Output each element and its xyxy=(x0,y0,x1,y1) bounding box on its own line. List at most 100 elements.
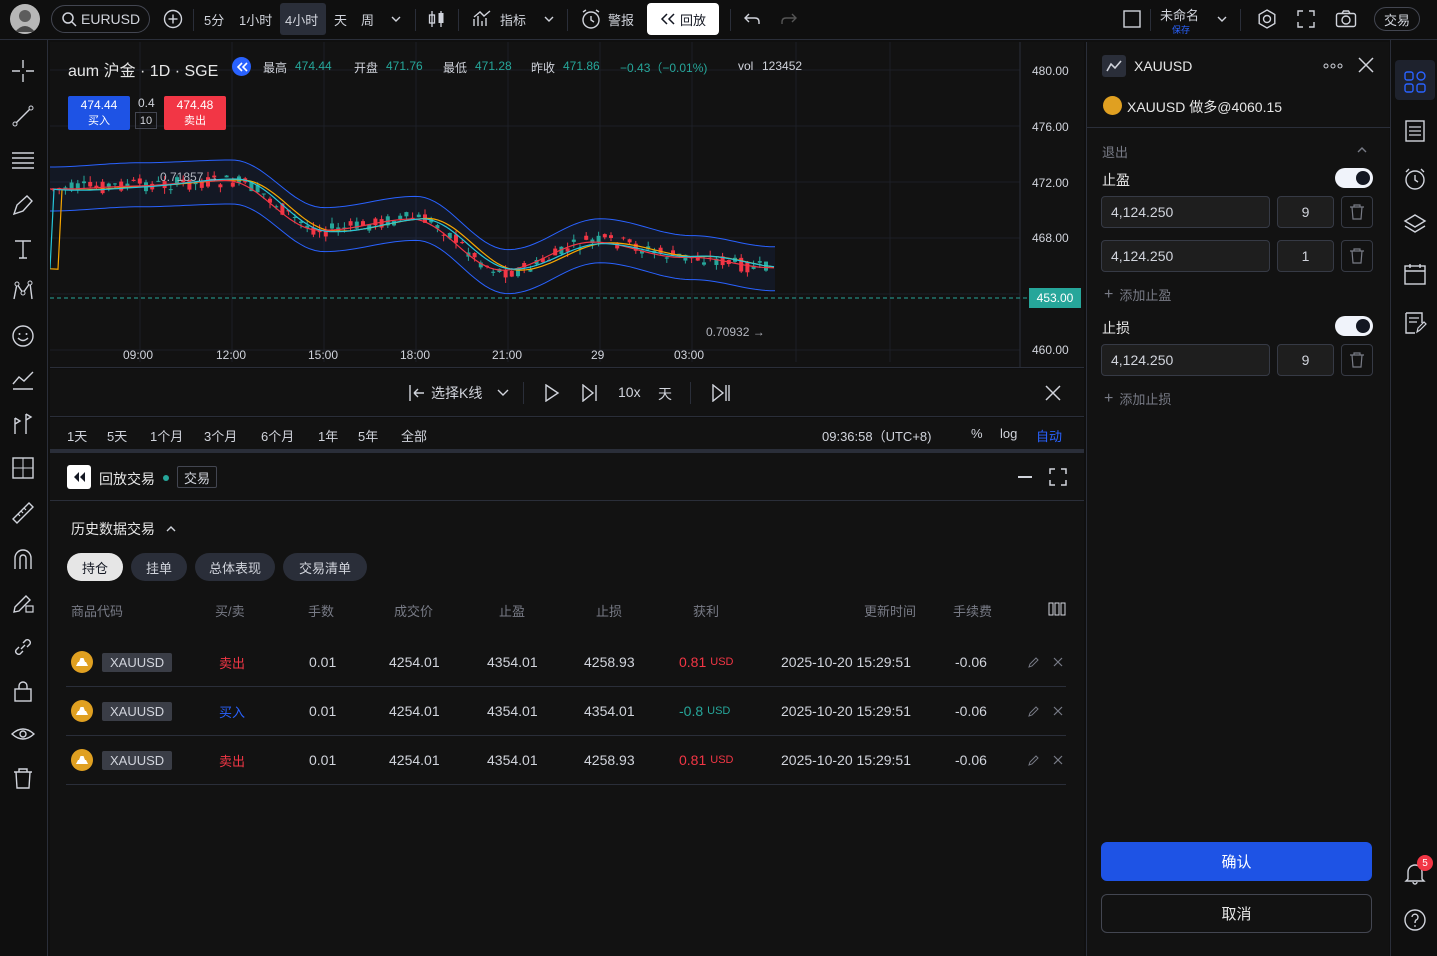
percent-toggle[interactable]: % xyxy=(971,426,983,441)
layout-name-button[interactable]: 未命名 保存 xyxy=(1160,5,1230,35)
clock-display[interactable]: 09:36:58（UTC+8) xyxy=(822,426,931,445)
take-profit-toggle[interactable] xyxy=(1335,168,1373,188)
range-5y[interactable]: 5年 xyxy=(358,426,378,445)
add-symbol-button[interactable] xyxy=(163,0,183,38)
crosshair-icon[interactable] xyxy=(10,58,36,84)
close-replay-button[interactable] xyxy=(1045,385,1061,401)
section-toggle[interactable]: 历史数据交易 xyxy=(71,519,177,539)
range-3m[interactable]: 3个月 xyxy=(204,426,237,445)
stop-loss-toggle[interactable] xyxy=(1335,316,1373,336)
layers-icon[interactable] xyxy=(1403,212,1427,236)
interval-1w[interactable]: 周 xyxy=(361,0,374,38)
fullscreen-toggle[interactable] xyxy=(1123,0,1141,38)
widgets-icon[interactable] xyxy=(1403,70,1427,94)
tab-trade-list[interactable]: 交易清单 xyxy=(283,553,367,581)
cancel-button[interactable]: 取消 xyxy=(1101,894,1372,933)
pencil-lock-icon[interactable] xyxy=(10,590,36,616)
tp-delete-button-2[interactable] xyxy=(1341,240,1373,272)
select-bar-dropdown[interactable] xyxy=(496,387,510,399)
edit-button[interactable] xyxy=(1028,687,1040,735)
trade-tag[interactable]: 交易 xyxy=(177,466,217,488)
quantity-box[interactable]: 10 xyxy=(135,112,157,129)
exit-collapse[interactable] xyxy=(1356,145,1368,155)
close-position-button[interactable] xyxy=(1053,736,1063,784)
interval-1d[interactable]: 天 xyxy=(334,0,347,38)
range-1m[interactable]: 1个月 xyxy=(150,426,183,445)
tp-price-input-2[interactable]: 4,124.250 xyxy=(1101,240,1270,272)
add-stop-loss-button[interactable]: + 添加止损 xyxy=(1104,389,1171,408)
sl-qty-input-1[interactable]: 9 xyxy=(1277,344,1334,376)
user-avatar[interactable] xyxy=(10,4,40,34)
indicators-button[interactable]: 指标 xyxy=(472,0,526,38)
edit-button[interactable] xyxy=(1028,736,1040,784)
chart-type-button[interactable] xyxy=(428,0,446,38)
link-icon[interactable] xyxy=(10,634,36,660)
log-toggle[interactable]: log xyxy=(1000,426,1017,441)
fib-lines-icon[interactable] xyxy=(10,147,36,173)
trash-icon[interactable] xyxy=(10,765,36,791)
help-icon[interactable] xyxy=(1403,908,1427,932)
undo-button[interactable] xyxy=(743,0,761,38)
ruler-icon[interactable] xyxy=(10,500,36,526)
buy-button[interactable]: 474.44 买入 xyxy=(68,96,130,130)
alert-button[interactable]: 警报 xyxy=(580,0,634,38)
emoji-icon[interactable] xyxy=(10,323,36,349)
minimize-button[interactable] xyxy=(1018,476,1032,478)
close-position-button[interactable] xyxy=(1053,687,1063,735)
pattern-icon[interactable] xyxy=(10,278,36,304)
symbol-badge[interactable]: XAUUSD xyxy=(102,652,173,672)
calendar-icon[interactable] xyxy=(1403,262,1427,286)
tp-qty-input-2[interactable]: 1 xyxy=(1277,240,1334,272)
interval-5m[interactable]: 5分 xyxy=(204,0,224,38)
tp-delete-button-1[interactable] xyxy=(1341,196,1373,228)
play-button[interactable] xyxy=(544,384,560,402)
magnet-icon[interactable] xyxy=(10,546,36,572)
columns-settings-button[interactable] xyxy=(1048,602,1066,616)
sell-button[interactable]: 474.48 卖出 xyxy=(164,96,226,130)
position-icon[interactable] xyxy=(10,411,36,437)
range-6m[interactable]: 6个月 xyxy=(261,426,294,445)
range-all[interactable]: 全部 xyxy=(401,426,427,445)
close-position-button[interactable] xyxy=(1053,638,1063,686)
lock-icon[interactable] xyxy=(10,678,36,704)
symbol-search[interactable]: EURUSD xyxy=(51,5,150,33)
sl-price-input-1[interactable]: 4,124.250 xyxy=(1101,344,1270,376)
screenshot-button[interactable] xyxy=(1335,0,1357,38)
tab-performance[interactable]: 总体表现 xyxy=(195,553,275,581)
more-options-button[interactable] xyxy=(1323,63,1343,69)
settings-button[interactable] xyxy=(1256,0,1278,38)
table-row[interactable]: XAUUSD 买入 0.01 4254.01 4354.01 4354.01 -0.8 USD… xyxy=(66,687,1066,736)
fullscreen-button[interactable] xyxy=(1297,0,1315,38)
replay-speed[interactable]: 10x xyxy=(618,384,641,400)
trade-button[interactable]: 交易 xyxy=(1374,7,1420,31)
tab-positions[interactable]: 持仓 xyxy=(67,553,123,581)
table-row[interactable]: XAUUSD 卖出 0.01 4254.01 4354.01 4258.93 0.81 USD… xyxy=(66,736,1066,785)
range-1y[interactable]: 1年 xyxy=(318,426,338,445)
symbol-badge[interactable]: XAUUSD xyxy=(102,750,173,770)
tp-qty-input-1[interactable]: 9 xyxy=(1277,196,1334,228)
brush-icon[interactable] xyxy=(10,192,36,218)
tab-orders[interactable]: 挂单 xyxy=(131,553,187,581)
text-icon[interactable] xyxy=(10,236,36,262)
forecast-icon[interactable] xyxy=(10,367,36,393)
redo-button[interactable] xyxy=(780,0,798,38)
jump-to-end-button[interactable] xyxy=(712,384,732,402)
eye-icon[interactable] xyxy=(10,721,36,747)
trendline-icon[interactable] xyxy=(10,103,36,129)
add-take-profit-button[interactable]: + 添加止盈 xyxy=(1104,285,1171,304)
price-chart[interactable] xyxy=(50,42,1084,368)
interval-1h[interactable]: 1小时 xyxy=(239,0,272,38)
interval-dropdown[interactable] xyxy=(390,0,402,38)
step-forward-button[interactable] xyxy=(582,384,598,402)
alarm-clock-icon[interactable] xyxy=(1403,167,1427,191)
select-bar-button[interactable]: 选择K线 xyxy=(408,381,482,405)
auto-toggle[interactable]: 自动 xyxy=(1036,426,1062,445)
replay-button[interactable]: 回放 xyxy=(647,3,719,35)
edit-button[interactable] xyxy=(1028,638,1040,686)
maximize-button[interactable] xyxy=(1049,468,1067,486)
range-1d[interactable]: 1天 xyxy=(67,426,87,445)
indicators-dropdown[interactable] xyxy=(543,0,555,38)
watchlist-icon[interactable] xyxy=(1403,119,1427,143)
range-5d[interactable]: 5天 xyxy=(107,426,127,445)
replay-interval[interactable]: 天 xyxy=(658,384,672,404)
